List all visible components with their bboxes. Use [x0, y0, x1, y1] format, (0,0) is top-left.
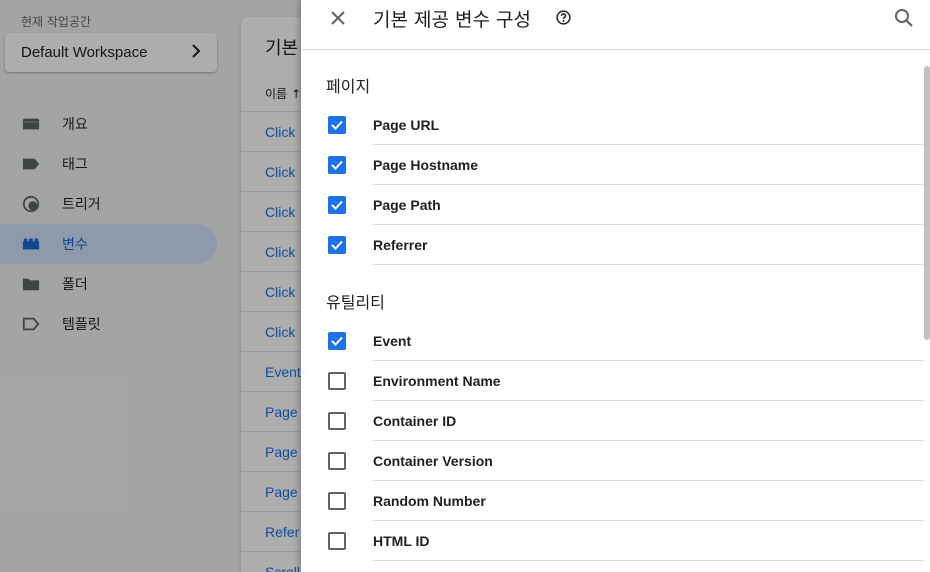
item-label: HTML ID — [373, 533, 430, 549]
item-label: Page Path — [373, 197, 441, 213]
search-icon — [895, 9, 913, 27]
section-title-page: 페이지 — [326, 77, 371, 96]
section-title-utilities: 유틸리티 — [326, 293, 385, 312]
checkbox-random-number[interactable] — [328, 492, 346, 510]
list-item[interactable]: Container Version — [301, 441, 924, 481]
item-label: Container Version — [373, 453, 493, 469]
scrollbar-thumb[interactable] — [924, 66, 930, 340]
panel-header: 기본 제공 변수 구성 — [301, 0, 930, 50]
search-button[interactable] — [894, 8, 914, 28]
item-label: Page Hostname — [373, 157, 479, 173]
checkbox-page-url[interactable] — [328, 116, 346, 134]
divider — [373, 264, 924, 265]
item-label: Referrer — [373, 237, 428, 253]
checkbox-container-version[interactable] — [328, 452, 346, 470]
list-item[interactable]: Container ID — [301, 401, 924, 441]
checkbox-container-id[interactable] — [328, 412, 346, 430]
check-icon — [331, 120, 343, 130]
checkbox-html-id[interactable] — [328, 532, 346, 550]
list-item[interactable]: Page Hostname — [301, 145, 924, 185]
list-item[interactable]: Page URL — [301, 105, 924, 145]
panel-title: 기본 제공 변수 구성 — [373, 9, 531, 31]
item-label: Environment Name — [373, 373, 501, 389]
panel-body: 페이지 Page URL Page Hostname Page Path Ref… — [301, 50, 924, 572]
item-label: Random Number — [373, 493, 486, 509]
check-icon — [331, 240, 343, 250]
item-label: Container ID — [373, 413, 457, 429]
checkbox-page-path[interactable] — [328, 196, 346, 214]
list-item[interactable]: Page Path — [301, 185, 924, 225]
checkbox-referrer[interactable] — [328, 236, 346, 254]
checkbox-page-hostname[interactable] — [328, 156, 346, 174]
close-icon — [331, 11, 345, 25]
help-icon[interactable] — [556, 10, 571, 25]
item-label: Page URL — [373, 117, 440, 133]
list-item[interactable]: Random Number — [301, 481, 924, 521]
check-icon — [331, 336, 343, 346]
check-icon — [331, 160, 343, 170]
list-item[interactable]: HTML ID — [301, 521, 924, 561]
list-item[interactable]: Environment Name — [301, 361, 924, 401]
checkbox-event[interactable] — [328, 332, 346, 350]
item-label: Event — [373, 333, 412, 349]
builtin-variables-panel: 기본 제공 변수 구성 페이지 Page URL Page Hostname P… — [301, 0, 930, 572]
list-item[interactable]: Event — [301, 321, 924, 361]
list-item[interactable]: Referrer — [301, 225, 924, 265]
checkbox-environment-name[interactable] — [328, 372, 346, 390]
check-icon — [331, 200, 343, 210]
close-button[interactable] — [327, 7, 349, 29]
divider — [373, 560, 924, 561]
